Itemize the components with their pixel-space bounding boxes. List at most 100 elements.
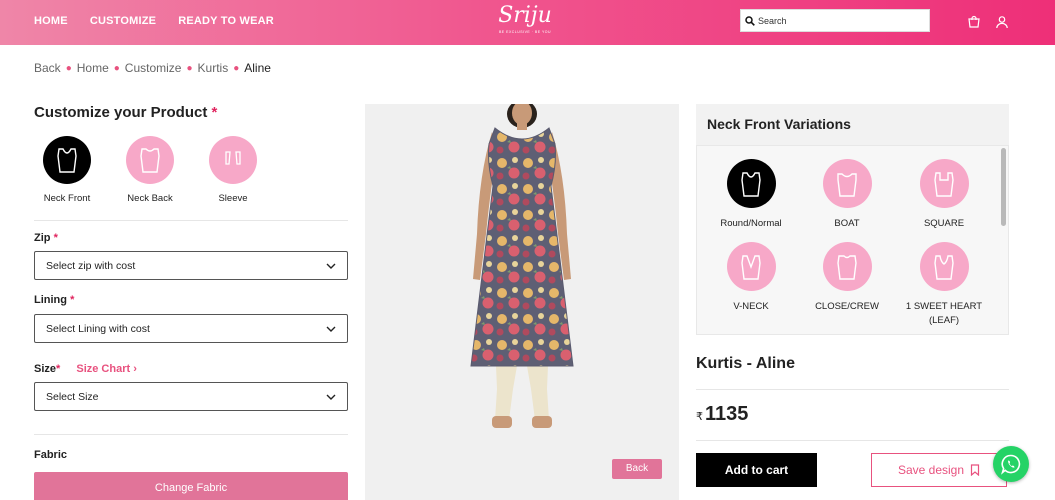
option-sleeve[interactable]: Sleeve: [200, 136, 266, 204]
main-nav: HOME CUSTOMIZE READY TO WEAR: [34, 15, 274, 27]
save-design-button[interactable]: Save design: [871, 453, 1007, 487]
variation-circle: [726, 159, 776, 208]
sleeve-icon: [225, 151, 241, 165]
brand-logo[interactable]: Sriju BE EXCLUSIVE · BE YOU: [470, 2, 580, 34]
square-neck-icon: [934, 171, 954, 197]
breadcrumb: Back ● Home ● Customize ● Kurtis ● Aline: [34, 61, 271, 75]
breadcrumb-separator: ●: [233, 62, 240, 74]
divider: [34, 220, 348, 221]
cart-icon[interactable]: [967, 15, 981, 29]
chevron-down-icon: [326, 394, 336, 400]
variation-round-normal[interactable]: Round/Normal: [706, 159, 796, 231]
search-box[interactable]: [740, 9, 930, 32]
customize-panel: Customize your Product * Neck Front Neck…: [34, 104, 348, 500]
user-icon[interactable]: [995, 15, 1009, 29]
chevron-down-icon: [326, 263, 336, 269]
product-title: Kurtis - Aline: [696, 355, 795, 372]
breadcrumb-back[interactable]: Back: [34, 61, 61, 75]
lining-label: Lining *: [34, 294, 74, 306]
whatsapp-button[interactable]: [993, 446, 1029, 482]
round-neck-icon: [741, 171, 761, 197]
variation-square[interactable]: SQUARE: [899, 159, 989, 231]
fabric-label: Fabric: [34, 449, 68, 461]
variation-label: BOAT: [834, 218, 860, 229]
v-neck-icon: [741, 254, 761, 280]
option-neck-front[interactable]: Neck Front: [34, 136, 100, 204]
save-design-label: Save design: [897, 463, 965, 477]
option-neck-back[interactable]: Neck Back: [117, 136, 183, 204]
variations-scrollbar[interactable]: [1001, 148, 1006, 226]
divider: [696, 440, 1009, 441]
currency-symbol: ₹: [696, 411, 703, 423]
breadcrumb-home[interactable]: Home: [77, 61, 109, 75]
required-mark: *: [53, 232, 58, 244]
nav-customize[interactable]: CUSTOMIZE: [90, 15, 156, 27]
variation-boat[interactable]: BOAT: [802, 159, 892, 231]
variation-circle: [822, 242, 872, 291]
breadcrumb-current: Aline: [244, 61, 271, 75]
size-label: Size* Size Chart ›: [34, 363, 137, 375]
bookmark-icon: [970, 464, 980, 476]
variations-grid: Round/Normal BOAT SQUARE V-NECK CLOSE/CR…: [696, 145, 1009, 335]
product-preview: Back: [365, 104, 679, 500]
customize-title: Customize your Product *: [34, 104, 348, 121]
breadcrumb-separator: ●: [186, 62, 193, 74]
variation-circle: [919, 242, 969, 291]
chevron-down-icon: [326, 326, 336, 332]
product-panel: Neck Front Variations Round/Normal BOAT: [696, 104, 1009, 487]
nav-home[interactable]: HOME: [34, 15, 68, 27]
boat-neck-icon: [837, 172, 857, 197]
model-image: [470, 104, 574, 428]
zip-select[interactable]: Select zip with cost: [34, 251, 348, 280]
size-label-text: Size: [34, 363, 57, 375]
variations-title: Neck Front Variations: [696, 104, 1009, 145]
divider: [696, 389, 1009, 390]
product-price: ₹ 1135: [696, 403, 748, 426]
nav-ready-to-wear[interactable]: READY TO WEAR: [178, 15, 274, 27]
variation-label: Round/Normal: [720, 218, 782, 229]
sleeve-circle: [209, 136, 257, 184]
variation-label: 1 SWEET HEART (LEAF): [905, 301, 983, 326]
crew-neck-icon: [837, 254, 857, 280]
zip-label: Zip *: [34, 232, 58, 244]
neck-back-icon: [140, 148, 160, 173]
customize-options: Neck Front Neck Back Sleeve: [34, 136, 283, 204]
size-select[interactable]: Select Size: [34, 382, 348, 411]
variation-label: V-NECK: [733, 301, 769, 312]
preview-back-button[interactable]: Back: [612, 459, 662, 479]
lining-label-text: Lining: [34, 294, 67, 306]
breadcrumb-customize[interactable]: Customize: [125, 61, 182, 75]
whatsapp-icon: [1001, 454, 1021, 475]
zip-select-value: Select zip with cost: [46, 259, 136, 272]
customize-title-text: Customize your Product: [34, 104, 208, 121]
neck-front-circle: [43, 136, 91, 184]
lining-select-value: Select Lining with cost: [46, 322, 150, 335]
variation-circle: [822, 159, 872, 208]
divider: [34, 434, 348, 435]
option-label: Neck Front: [43, 193, 91, 204]
required-mark: *: [211, 104, 218, 121]
change-fabric-button[interactable]: Change Fabric: [34, 472, 348, 500]
required-mark: *: [56, 363, 61, 375]
size-chart-link[interactable]: Size Chart ›: [76, 363, 137, 375]
variation-v-neck[interactable]: V-NECK: [706, 242, 796, 314]
lining-select[interactable]: Select Lining with cost: [34, 314, 348, 343]
zip-label-text: Zip: [34, 232, 51, 244]
variation-circle: [726, 242, 776, 291]
chevron-right-icon: ›: [133, 363, 137, 375]
breadcrumb-separator: ●: [113, 62, 120, 74]
neck-front-icon: [57, 148, 77, 173]
search-icon: [745, 15, 755, 26]
size-select-value: Select Size: [46, 390, 99, 403]
required-mark: *: [70, 294, 75, 306]
brand-tagline: BE EXCLUSIVE · BE YOU: [498, 30, 552, 34]
breadcrumb-kurtis[interactable]: Kurtis: [198, 61, 229, 75]
option-label: Neck Back: [127, 193, 173, 204]
variation-label: CLOSE/CREW: [815, 301, 879, 312]
variation-close-crew[interactable]: CLOSE/CREW: [802, 242, 892, 314]
variation-label: SQUARE: [923, 218, 965, 229]
search-input[interactable]: [758, 15, 918, 26]
variation-sweet-heart[interactable]: 1 SWEET HEART (LEAF): [899, 242, 989, 328]
add-to-cart-button[interactable]: Add to cart: [696, 453, 817, 487]
brand-name: Sriju: [498, 3, 552, 28]
